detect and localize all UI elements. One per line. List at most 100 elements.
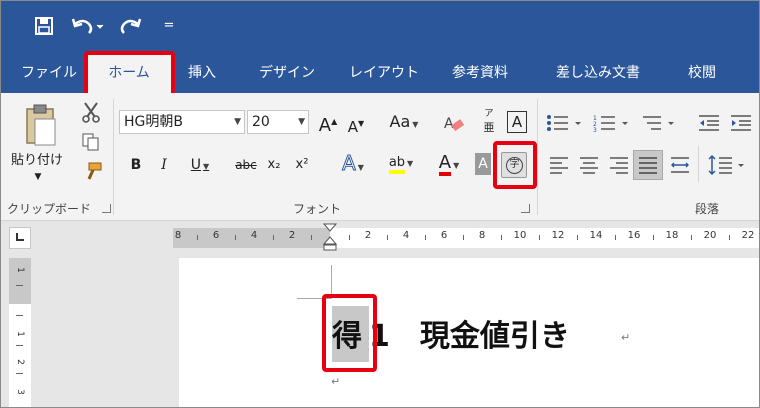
align-right-icon[interactable] (608, 155, 630, 175)
font-launcher-icon[interactable] (521, 204, 530, 213)
ruler-tick (235, 235, 236, 240)
ruler-number: 4 (250, 230, 258, 241)
ruler-number: 8 (478, 230, 486, 241)
align-left-icon[interactable] (548, 155, 570, 175)
ruler-number: 20 (703, 230, 717, 241)
tab-design[interactable]: デザイン (259, 53, 315, 93)
paragraph-group-label: 段落 (695, 202, 720, 216)
ruler-number: 22 (741, 230, 755, 241)
ruler-tick (577, 235, 578, 240)
tab-selector[interactable] (9, 227, 31, 249)
line-spacing-icon[interactable] (708, 154, 748, 176)
selected-char-highlight (322, 294, 377, 372)
underline-label: U (190, 157, 202, 173)
customize-qat-icon[interactable]: = (161, 11, 177, 41)
ruler-number: 2 (288, 230, 296, 241)
paste-icon (26, 104, 56, 146)
ruler-number: 16 (627, 230, 641, 241)
highlight-label: ab (388, 155, 406, 174)
grow-font-button[interactable]: A▲ (317, 110, 339, 136)
vruler-number: 3 (15, 389, 25, 395)
paste-button[interactable]: 貼り付け ▼ (9, 101, 75, 182)
enclose-button-highlight (493, 141, 537, 189)
ruler-tick (273, 235, 274, 240)
ruler-number: 12 (551, 230, 565, 241)
paragraph-mark-icon: ↵ (331, 375, 341, 388)
grow-font-label: A (318, 115, 332, 136)
indent-marker-icon[interactable] (322, 223, 338, 257)
tab-layout[interactable]: レイアウト (349, 53, 419, 93)
character-border-button[interactable]: A (507, 111, 527, 133)
ruler-tick (463, 235, 464, 240)
font-color-button[interactable]: A ▼ (429, 151, 469, 176)
vruler-mark (16, 345, 23, 346)
copy-icon[interactable] (81, 132, 101, 152)
text-effects-label: A (342, 151, 357, 176)
redo-icon[interactable] (117, 11, 145, 41)
italic-button[interactable]: I (155, 153, 173, 177)
shrink-font-button[interactable]: A▼ (345, 112, 367, 136)
ruler-tick (691, 235, 692, 240)
clipboard-group-label: クリップボード (7, 202, 92, 216)
ruler-number: 4 (402, 230, 410, 241)
ruler-tick (425, 235, 426, 240)
tab-references[interactable]: 参考資料 (452, 53, 508, 93)
align-center-icon[interactable] (578, 155, 600, 175)
text-effects-button[interactable]: A ▼ (333, 151, 373, 176)
save-icon[interactable] (29, 11, 59, 41)
font-color-label: A (438, 154, 452, 176)
ruler-number: 6 (212, 230, 220, 241)
svg-text:3: 3 (593, 127, 597, 133)
numbering-icon[interactable]: 123 (593, 113, 633, 134)
highlight-color-button[interactable]: ab ▼ (381, 151, 421, 175)
vruler-mark (16, 285, 23, 286)
vruler-number: 1 (15, 331, 25, 337)
ruler-number: 2 (364, 230, 372, 241)
group-separator (698, 146, 699, 182)
ruler-tick (539, 235, 540, 240)
group-separator (113, 99, 114, 215)
tab-mailings[interactable]: 差し込み文書 (556, 53, 640, 93)
ruler-tick (501, 235, 502, 240)
subscript-button[interactable]: x₂ (265, 153, 283, 177)
tab-file[interactable]: ファイル (21, 53, 77, 93)
decrease-indent-icon[interactable] (697, 113, 721, 133)
justify-icon[interactable] (633, 150, 663, 180)
increase-indent-icon[interactable] (729, 113, 753, 133)
cut-icon[interactable] (81, 101, 101, 123)
chevron-down-icon: ▼ (298, 117, 305, 127)
character-shading-button[interactable]: A (475, 153, 491, 175)
font-size-combo[interactable]: 20 ▼ (247, 110, 309, 134)
ruler-number: 8 (174, 230, 182, 241)
undo-icon[interactable] (69, 11, 109, 41)
format-painter-icon[interactable] (81, 161, 103, 183)
phonetic-guide-button[interactable]: ア亜 (477, 107, 501, 137)
svg-text:A: A (444, 116, 454, 132)
distributed-icon[interactable] (669, 155, 691, 175)
strikethrough-button[interactable]: abc (231, 153, 261, 177)
clipboard-launcher-icon[interactable] (102, 204, 111, 213)
group-separator (537, 99, 538, 215)
chevron-down-icon: ▼ (234, 117, 241, 127)
bold-button[interactable]: B (127, 153, 145, 177)
tab-insert[interactable]: 挿入 (188, 53, 216, 93)
ruler-tick (387, 235, 388, 240)
change-case-button[interactable]: Aa ▼ (383, 110, 425, 134)
underline-button[interactable]: U ▼ (185, 153, 215, 177)
vruler-mark (16, 315, 23, 316)
superscript-button[interactable]: x² (293, 153, 311, 177)
home-tab-highlight (84, 51, 175, 99)
ruler-tick (197, 235, 198, 240)
paste-dropdown-icon[interactable]: ▼ (23, 165, 53, 189)
font-group-label: フォント (293, 202, 342, 216)
tab-review[interactable]: 校閲 (688, 53, 716, 93)
ruler-number: 6 (440, 230, 448, 241)
word-window: = ファイル ホーム 挿入 デザイン レイアウト 参考資料 差し込み文書 校閲 … (0, 0, 760, 408)
ruler-tick (311, 235, 312, 240)
ruler-tick (653, 235, 654, 240)
change-case-label: Aa (389, 112, 411, 131)
clear-formatting-icon[interactable]: A (443, 113, 465, 135)
multilevel-list-icon[interactable] (641, 113, 681, 133)
bullets-icon[interactable] (546, 113, 586, 133)
font-name-combo[interactable]: HG明朝B ▼ (119, 110, 245, 134)
